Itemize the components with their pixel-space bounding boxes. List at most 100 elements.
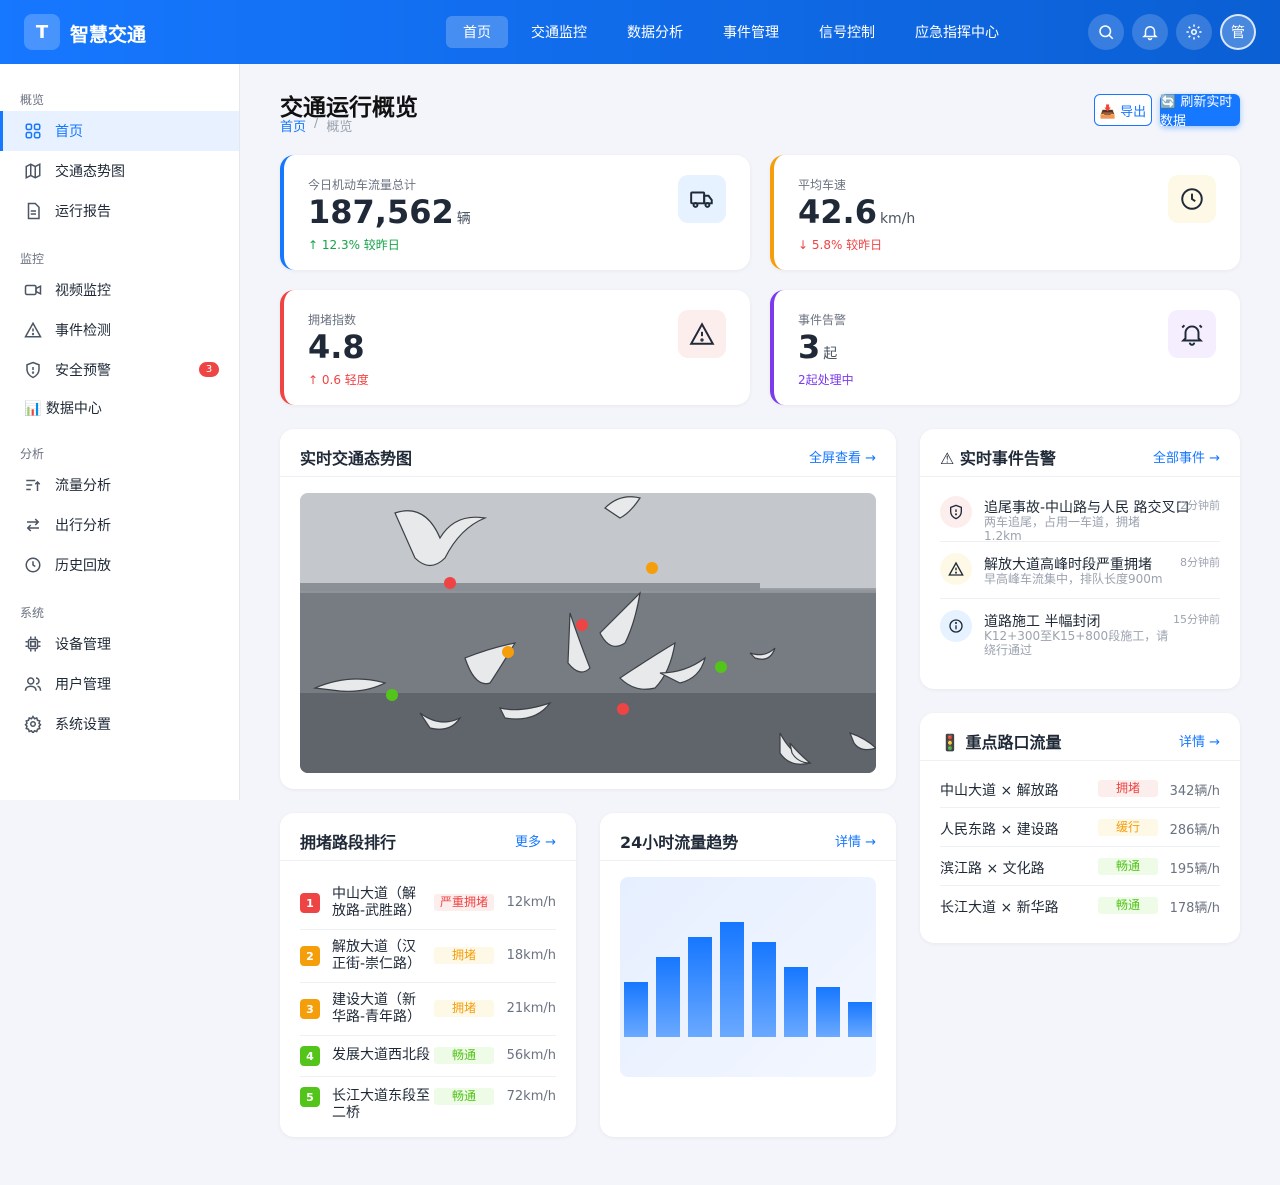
sidebar-item-devices[interactable]: 设备管理 [0, 624, 239, 664]
sidebar-item-video[interactable]: 视频监控 [0, 270, 239, 310]
search-button[interactable] [1088, 14, 1124, 50]
road-speed: 21km/h [506, 1001, 556, 1016]
map-marker[interactable] [715, 661, 727, 673]
tab-monitor[interactable]: 交通监控 [514, 16, 604, 48]
sidebar-section-monitor: 监控 [20, 252, 45, 266]
document-icon [27, 202, 40, 220]
map-marker[interactable] [617, 703, 629, 715]
junction-row[interactable]: 中山大道 × 解放路 拥堵 342辆/h [940, 769, 1220, 808]
stat-value: 3起 [798, 328, 838, 366]
stat-value: 42.6 km/h [798, 193, 916, 231]
junction-name: 滨江路 × 文化路 [940, 861, 1045, 877]
alert-icon-box [940, 496, 972, 528]
stat-icon-box [678, 310, 726, 358]
junction-name: 人民东路 × 建设路 [940, 822, 1059, 838]
tab-emergency[interactable]: 应急指挥中心 [898, 16, 1016, 48]
sidebar-item-history[interactable]: 历史回放 [0, 545, 239, 585]
alert-item[interactable]: 道路施工 半幅封闭 K12+300至K15+800段施工，请绕行通过 15分钟前 [940, 599, 1220, 669]
more-link[interactable]: 更多 → [515, 831, 556, 850]
junction-details-link[interactable]: 详情 → [1179, 731, 1220, 750]
ranking-row[interactable]: 1 中山大道（解放路-武胜路） 严重拥堵 12km/h [300, 877, 556, 930]
sidebar-item-settings[interactable]: 系统设置 [0, 704, 239, 744]
card-title: 🚦 重点路口流量 [940, 733, 1062, 752]
gear-icon [24, 715, 42, 733]
sidebar-item-report[interactable]: 运行报告 [0, 191, 239, 231]
notifications-button[interactable] [1132, 14, 1168, 50]
ranking-row[interactable]: 2 解放大道（汉正街-崇仁路） 拥堵 18km/h [300, 930, 556, 983]
fullscreen-link[interactable]: 全屏查看 → [809, 447, 876, 466]
breadcrumb-separator: / [314, 116, 319, 131]
stat-card-speed: 平均车速 42.6 km/h ↓ 5.8% 较昨日 [770, 155, 1240, 270]
sidebar-item-label: 出行分析 [55, 518, 111, 534]
trend-bar[interactable] [816, 987, 840, 1037]
alert-item[interactable]: 解放大道高峰时段严重拥堵 早高峰车流集中，排队长度900m 8分钟前 [940, 542, 1220, 599]
export-button[interactable]: 📥 导出 [1094, 94, 1152, 126]
map-marker[interactable] [576, 619, 588, 631]
card-title: 24小时流量趋势 [620, 833, 739, 852]
stat-icon-box [1168, 310, 1216, 358]
trend-bar[interactable] [720, 922, 744, 1037]
refresh-button[interactable]: 🔄 刷新实时数据 [1160, 94, 1240, 129]
road-speed: 72km/h [506, 1089, 556, 1104]
junction-row[interactable]: 人民东路 × 建设路 缓行 286辆/h [940, 808, 1220, 847]
all-events-link[interactable]: 全部事件 → [1153, 447, 1220, 466]
map-marker[interactable] [386, 689, 398, 701]
sidebar-item-event-detect[interactable]: 事件检测 [0, 310, 239, 350]
stat-card-alerts: 事件告警 3起 2起处理中 [770, 290, 1240, 405]
settings-button[interactable] [1176, 14, 1212, 50]
tab-events[interactable]: 事件管理 [706, 16, 796, 48]
tab-home[interactable]: 首页 [446, 16, 508, 48]
sidebar-item-safety[interactable]: 安全预警 3 [0, 350, 239, 390]
map-marker[interactable] [444, 577, 456, 589]
junction-name: 长江大道 × 新华路 [940, 900, 1059, 916]
traffic-map-image[interactable] [300, 493, 876, 773]
sidebar-item-label: 首页 [55, 124, 83, 140]
trend-details-link[interactable]: 详情 → [835, 831, 876, 850]
sidebar-item-home[interactable]: 首页 [0, 111, 239, 151]
clock-icon [1181, 188, 1203, 210]
avatar[interactable]: 管 [1220, 14, 1256, 50]
stat-card-congestion: 拥堵指数 4.8 ↑ 0.6 轻度 [280, 290, 750, 405]
alert-time: 15分钟前 [1173, 613, 1220, 626]
logo[interactable]: T [24, 14, 60, 50]
trend-bar[interactable] [848, 1002, 872, 1037]
ranking-row[interactable]: 3 建设大道（新华路-青年路） 拥堵 21km/h [300, 983, 556, 1036]
tab-signal[interactable]: 信号控制 [802, 16, 892, 48]
sidebar-item-trip[interactable]: 出行分析 [0, 505, 239, 545]
swap-icon [26, 518, 40, 532]
alert-item[interactable]: 追尾事故-中山路与人民 路交叉口 两车追尾，占用一车道，拥堵1.2km 2分钟前 [940, 485, 1220, 544]
road-name: 发展大道西北段 [332, 1047, 430, 1063]
sidebar-item-traffic-map[interactable]: 交通态势图 [0, 151, 239, 191]
sidebar-section-overview: 概览 [20, 93, 45, 107]
map-marker[interactable] [502, 646, 514, 658]
sidebar-item-data-center[interactable]: 📊 数据中心 [0, 388, 239, 428]
trend-bar[interactable] [688, 937, 712, 1037]
trend-bar[interactable] [624, 982, 648, 1037]
alert-desc: 两车追尾，占用一车道，拥堵1.2km [984, 515, 1141, 544]
users-icon [24, 677, 42, 691]
junction-row[interactable]: 滨江路 × 文化路 畅通 195辆/h [940, 847, 1220, 886]
road-name: 解放大道（汉正街-崇仁路） [332, 939, 422, 972]
map-marker[interactable] [646, 562, 658, 574]
status-badge: 缓行 [1098, 819, 1158, 836]
card-header: 实时交通态势图 全屏查看 → [280, 429, 896, 477]
trend-bar[interactable] [784, 967, 808, 1037]
trend-bar[interactable] [656, 957, 680, 1037]
alarm-bell-icon [1180, 324, 1204, 346]
ranking-row[interactable]: 4 发展大道西北段 畅通 56km/h [300, 1036, 556, 1077]
status-badge: 拥堵 [434, 947, 494, 964]
tab-analysis[interactable]: 数据分析 [610, 16, 700, 48]
card-title: 实时交通态势图 [300, 449, 413, 468]
alert-time: 8分钟前 [1180, 556, 1220, 569]
stat-change: ↑ 0.6 轻度 [308, 373, 369, 387]
junction-row[interactable]: 长江大道 × 新华路 畅通 178辆/h [940, 886, 1220, 925]
sidebar-item-users[interactable]: 用户管理 [0, 664, 239, 704]
breadcrumb-home[interactable]: 首页 [280, 116, 306, 135]
sidebar-item-label: 安全预警 [55, 363, 111, 379]
trend-bar[interactable] [752, 942, 776, 1037]
ranking-row[interactable]: 5 长江大道东段至二桥 畅通 72km/h [300, 1077, 556, 1121]
status-badge: 畅通 [1098, 858, 1158, 875]
sidebar-item-label: 运行报告 [55, 204, 111, 220]
sidebar-item-flow[interactable]: 流量分析 [0, 465, 239, 505]
sidebar-item-label: 用户管理 [55, 677, 111, 693]
